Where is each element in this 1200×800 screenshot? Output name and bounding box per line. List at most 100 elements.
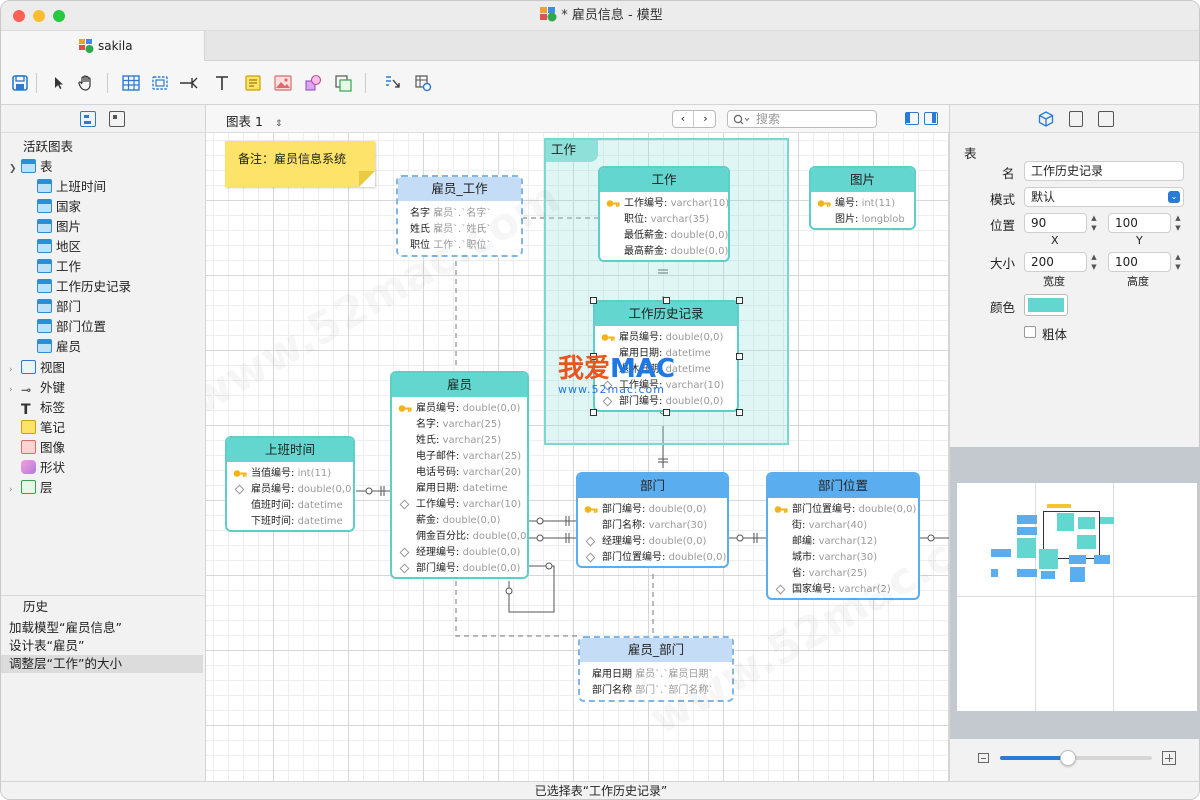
entity-field-row[interactable]: 雇员编号: double(0,0) [392,401,527,417]
diagram-canvas[interactable]: 备注：雇员信息系统 工作 上班时间 当值编号: int(11) 雇员编号: doub… [206,133,949,781]
entity-shift[interactable]: 上班时间 当值编号: int(11) 雇员编号: double(0,0) 值班时间: … [225,436,355,532]
resize-handle[interactable] [736,297,743,304]
entity-field-row[interactable]: 邮编: varchar(12) [768,534,918,550]
entity-department[interactable]: 部门 部门编号: double(0,0) 部门名称: varchar(30) 经理编号… [576,472,729,568]
entity-field-row[interactable]: 雇员编号: double(0,0) [227,482,353,498]
view-field-row[interactable]: 部门名称 部门`.`部门名称` [580,683,732,699]
resize-handle[interactable] [590,409,597,416]
tree-item-table[interactable]: 图片 [37,217,81,237]
add-layer-button[interactable] [332,72,354,94]
entity-location[interactable]: 部门位置 部门位置编号: double(0,0) 街: varchar(40) 邮编:… [766,472,920,600]
chevron-right-icon[interactable]: › [9,360,21,380]
tree-item-table[interactable]: 部门 [37,297,81,317]
resize-handle[interactable] [590,297,597,304]
tree-item-table[interactable]: 国家 [37,197,81,217]
forward-button[interactable]: › [695,111,716,127]
entity-field-row[interactable]: 部门编号: double(0,0) [595,394,737,410]
height-field[interactable]: 100 [1108,252,1171,272]
bold-checkbox[interactable] [1024,326,1036,338]
entity-field-row[interactable]: 国家编号: varchar(2) [768,582,918,598]
resize-handle[interactable] [736,409,743,416]
tree-group-note[interactable]: 笔记 [9,418,65,438]
add-note-button[interactable] [242,72,264,94]
entity-picture[interactable]: 图片 编号: int(11) 图片: longblob [809,166,916,230]
chevron-down-icon[interactable]: ❯ [9,159,21,179]
entity-field-row[interactable]: 部门编号: double(0,0) [392,561,527,577]
history-item[interactable]: 调整层“工作”的大小 [1,655,203,673]
search-field[interactable]: 搜索 [727,110,877,128]
tree-group-shape[interactable]: 形状 [9,458,65,478]
color-well[interactable] [1024,294,1068,316]
entity-field-row[interactable]: 姓氏: varchar(25) [392,433,527,449]
entity-field-row[interactable]: 当值编号: int(11) [227,466,353,482]
width-stepper[interactable]: ▲ ▼ [1089,252,1099,272]
entity-job-history[interactable]: 工作历史记录 雇员编号: double(0,0) 雇用日期: datetime 退休日… [593,300,739,412]
add-view-button[interactable] [149,72,171,94]
object-tree-tab-icon[interactable] [80,111,96,127]
add-foreign-key-button[interactable] [178,72,200,94]
tree-item-table[interactable]: 上班时间 [37,177,106,197]
entity-field-row[interactable]: 退休日期: datetime [595,362,737,378]
tree-group-layer[interactable]: › 层 [9,478,53,498]
resize-handle[interactable] [663,409,670,416]
entity-employee[interactable]: 雇员 雇员编号: double(0,0) 名字: varchar(25) 姓氏: va… [390,371,529,579]
width-field[interactable]: 200 [1024,252,1087,272]
chevron-right-icon[interactable]: › [9,380,21,400]
entity-field-row[interactable]: 街: varchar(40) [768,518,918,534]
zoom-in-button[interactable] [1162,751,1176,765]
tab-sakila[interactable]: sakila [1,31,205,61]
zoom-out-button[interactable] [978,753,989,763]
sticky-note[interactable]: 备注：雇员信息系统 [225,141,375,187]
entity-field-row[interactable]: 省: varchar(25) [768,566,918,582]
tree-group-text-label[interactable]: T 标签 [9,398,65,418]
add-label-button[interactable] [211,72,233,94]
add-image-button[interactable] [272,72,294,94]
resize-handle[interactable] [736,353,743,360]
entity-job[interactable]: 工作 工作编号: varchar(10) 职位: varchar(35) 最低薪金: … [598,166,730,262]
entity-field-row[interactable]: 编号: int(11) [811,196,914,212]
entity-field-row[interactable]: 电话号码: varchar(20) [392,465,527,481]
view-field-row[interactable]: 名字 雇员`.`名字` [398,206,521,222]
height-stepper[interactable]: ▲ ▼ [1173,252,1183,272]
position-x-field[interactable]: 90 [1024,213,1087,233]
entity-field-row[interactable]: 电子邮件: varchar(25) [392,449,527,465]
zoom-slider[interactable] [1000,750,1152,766]
entity-field-row[interactable]: 工作编号: varchar(10) [595,378,737,394]
tree-item-table[interactable]: 地区 [37,237,81,257]
select-tool-button[interactable] [47,72,69,94]
add-table-button[interactable] [120,72,142,94]
hand-tool-button[interactable] [75,72,97,94]
add-shape-button[interactable] [302,72,324,94]
mode-select[interactable]: 默认 ⌄ [1024,187,1184,207]
resize-handle[interactable] [663,297,670,304]
position-y-field[interactable]: 100 [1108,213,1171,233]
cube-icon[interactable] [1038,111,1054,127]
tree-item-table[interactable]: 雇员 [37,337,81,357]
entity-field-row[interactable]: 部门位置编号: double(0,0) [578,550,727,566]
name-field[interactable]: 工作历史记录 [1024,161,1184,181]
entity-field-row[interactable]: 名字: varchar(25) [392,417,527,433]
entity-field-row[interactable]: 最低薪金: double(0,0) [600,228,728,244]
back-button[interactable]: ‹ [673,111,694,127]
history-item[interactable]: 设计表“雇员” [1,637,203,655]
tree-group-image[interactable]: 图像 [9,438,65,458]
entity-field-row[interactable]: 职位: varchar(35) [600,212,728,228]
history-item[interactable]: 加载模型“雇员信息” [1,619,203,637]
view-emp-dept[interactable]: 雇员_部门 雇用日期 雇员`.`雇员日期` 部门名称 部门`.`部门名称` [578,636,734,702]
tree-item-table[interactable]: 工作 [37,257,81,277]
auto-layout-button[interactable] [381,72,403,94]
view-field-row[interactable]: 职位 工作`.`职位` [398,238,521,254]
entity-field-row[interactable]: 值班时间: datetime [227,498,353,514]
resize-handle[interactable] [590,353,597,360]
view-emp-job[interactable]: 雇员_工作 名字 雇员`.`名字` 姓氏 雇员`.`姓氏` 职位 工作`.`职位` [396,175,523,257]
properties-tab-icon[interactable] [109,111,125,127]
entity-field-row[interactable]: 图片: longblob [811,212,914,228]
entity-field-row[interactable]: 工作编号: varchar(10) [600,196,728,212]
entity-field-row[interactable]: 经理编号: double(0,0) [578,534,727,550]
tree-group-foreign-key[interactable]: › ⊸ 外键 [9,378,65,398]
entity-field-row[interactable]: 最高薪金: double(0,0) [600,244,728,260]
view-field-row[interactable]: 姓氏 雇员`.`姓氏` [398,222,521,238]
entity-field-row[interactable]: 雇用日期: datetime [595,346,737,362]
document-icon[interactable] [1069,111,1083,127]
entity-field-row[interactable]: 雇用日期: datetime [392,481,527,497]
